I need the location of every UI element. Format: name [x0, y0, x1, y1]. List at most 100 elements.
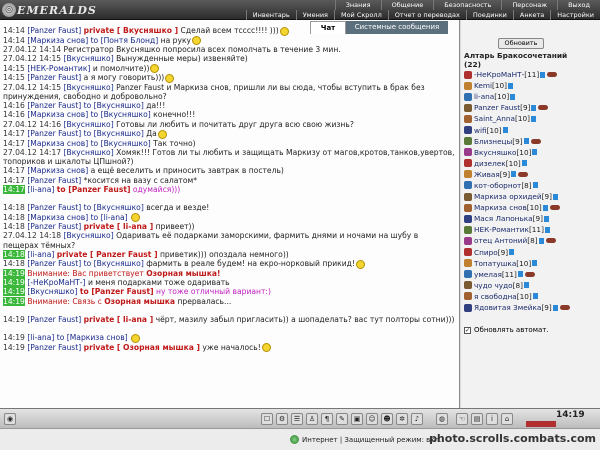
user-list-item[interactable]: отец Антоний [8] — [464, 235, 598, 246]
menu-security[interactable]: Безопасность — [433, 0, 501, 10]
user-list-item[interactable]: li-ana [10] — [464, 91, 598, 102]
user-list-item[interactable]: я свободна [10] — [464, 291, 598, 302]
user-name[interactable]: Вкусняшко — [474, 147, 516, 158]
hand-icon[interactable]: ☜ — [456, 413, 468, 425]
user-list-item[interactable]: -НеКроМаНТ- [11] — [464, 69, 598, 80]
message-nick[interactable]: [Вкусняшко] — [64, 231, 114, 240]
message-recipient[interactable]: to [Вкусняшко] — [84, 101, 144, 110]
user-info-icon[interactable] — [532, 182, 538, 189]
user-list-item[interactable]: кот-оборнот [8] — [464, 180, 598, 191]
user-list-item[interactable]: Топатушка [10] — [464, 258, 598, 269]
refresh-button[interactable]: Обновить — [498, 38, 544, 49]
private-recipient[interactable]: private [ Panzer Faust ] — [57, 250, 158, 259]
message-nick[interactable]: [Вкусняшко] — [27, 287, 77, 296]
user-info-icon[interactable] — [543, 215, 549, 222]
emotion-icon[interactable]: ☻ — [381, 413, 393, 425]
pencil-icon[interactable]: ✎ — [336, 413, 348, 425]
user-name[interactable]: Мася Лапонька — [474, 213, 533, 224]
user-info-icon[interactable] — [530, 115, 536, 122]
user-info-icon[interactable] — [552, 304, 558, 311]
private-recipient[interactable]: private [ li-ana ] — [84, 222, 154, 231]
menu-duels[interactable]: Поединки — [465, 10, 513, 20]
user-list-item[interactable]: Panzer Faust [9] — [464, 102, 598, 113]
menu-inventory[interactable]: Инвентарь — [245, 10, 296, 20]
message-nick[interactable]: [Panzer Faust] — [27, 176, 81, 185]
private-recipient[interactable]: private [ Озорная мышка ] — [84, 343, 200, 352]
user-list-item[interactable]: НЕК-Романтик [11] — [464, 224, 598, 235]
user-info-icon[interactable] — [553, 193, 558, 200]
user-info-icon[interactable] — [531, 104, 537, 111]
message-nick[interactable]: [Маркиза снов] — [27, 166, 88, 175]
logo[interactable]: ◎ EMERALDS — [2, 2, 97, 18]
person-icon[interactable]: ♙ — [306, 413, 318, 425]
menu-knowledge[interactable]: Знания — [334, 0, 381, 10]
user-info-icon[interactable] — [517, 271, 523, 278]
message-recipient[interactable]: to [Вкусняшко] — [91, 139, 151, 148]
message-nick[interactable]: [Panzer Faust] — [27, 26, 81, 35]
user-info-icon[interactable] — [511, 171, 517, 178]
user-name[interactable]: Saint_Anna — [474, 113, 515, 124]
user-list-item[interactable]: Близнецы [9] — [464, 136, 598, 147]
message-recipient[interactable]: to [li-ana] — [91, 213, 128, 222]
user-list-item[interactable]: чудо чудо [8] — [464, 280, 598, 291]
message-nick[interactable]: [Panzer Faust] — [27, 101, 81, 110]
menu-my-scroll[interactable]: Мой Скролл — [333, 10, 388, 20]
user-info-icon[interactable] — [532, 260, 538, 267]
user-name[interactable]: НЕК-Романтик — [474, 224, 529, 235]
box-icon[interactable]: ▣ — [351, 413, 363, 425]
message-nick[interactable]: [-НеКроМаНТ-] — [27, 278, 85, 287]
user-name[interactable]: Маркиза орхидей — [474, 191, 542, 202]
message-nick[interactable]: [li-ana] — [27, 185, 54, 194]
message-nick[interactable]: [Panzer Faust] — [27, 129, 81, 138]
user-info-icon[interactable] — [544, 226, 550, 233]
user-name[interactable]: Ядовитая Змейка — [474, 302, 541, 313]
gear-icon[interactable]: ✲ — [396, 413, 408, 425]
user-list-item[interactable]: Маркиза снов [10] — [464, 202, 598, 213]
user-info-icon[interactable] — [532, 149, 538, 156]
user-name[interactable]: Kemi — [474, 80, 492, 91]
user-list-item[interactable]: Живая [9] — [464, 169, 598, 180]
auto-refresh-checkbox[interactable]: ✓ — [464, 326, 471, 334]
user-list-item[interactable]: Спиро [9] — [464, 247, 598, 258]
user-info-icon[interactable] — [523, 138, 529, 145]
user-name[interactable]: дизелек — [474, 158, 506, 169]
user-list-item[interactable]: Вкусняшко [10] — [464, 147, 598, 158]
user-name[interactable]: кот-оборнот — [474, 180, 521, 191]
message-nick[interactable]: [Panzer Faust] — [27, 343, 81, 352]
message-nick[interactable]: [li-ana] — [27, 333, 54, 342]
message-nick[interactable]: [Маркиза снов] — [27, 139, 88, 148]
menu-transfers[interactable]: Отчет о переводах — [387, 10, 466, 20]
user-info-icon[interactable] — [542, 204, 548, 211]
menu-exit[interactable]: Выход — [557, 0, 600, 10]
message-nick[interactable]: [Вкусняшко] — [64, 120, 114, 129]
user-info-icon[interactable] — [523, 282, 529, 289]
translit-icon[interactable]: ¶ — [321, 413, 333, 425]
message-nick[interactable]: [Вкусняшко] — [64, 148, 114, 157]
tab-chat[interactable]: Чат — [310, 21, 346, 34]
message-recipient[interactable]: to [Вкусняшко] — [84, 129, 144, 138]
message-recipient[interactable]: to [Вкусняшко] — [84, 259, 144, 268]
user-name[interactable]: отец Антоний — [474, 235, 527, 246]
user-name[interactable]: -НеКроМаНТ- — [474, 69, 524, 80]
user-list-item[interactable]: Ядовитая Змейка [9] — [464, 302, 598, 313]
menu-settings[interactable]: Настройки — [550, 10, 600, 20]
message-recipient[interactable]: to [Вкусняшко] — [91, 110, 151, 119]
menu-character[interactable]: Персонаж — [501, 0, 557, 10]
user-info-icon[interactable] — [502, 127, 508, 134]
auto-refresh[interactable]: ✓ Обновлять автомат. — [464, 326, 549, 334]
user-name[interactable]: Спиро — [474, 247, 498, 258]
clear-icon[interactable]: ☐ — [261, 413, 273, 425]
world-icon[interactable]: ◍ — [436, 413, 448, 425]
message-nick[interactable]: [Panzer Faust] — [27, 222, 81, 231]
user-name[interactable]: умелая — [474, 269, 502, 280]
lock-icon[interactable]: ⌂ — [501, 413, 513, 425]
user-list-item[interactable]: Маркиза орхидей [9] — [464, 191, 598, 202]
user-info-icon[interactable] — [521, 160, 527, 167]
user-name[interactable]: wifi — [474, 125, 487, 136]
user-name[interactable]: li-ana — [474, 91, 494, 102]
tab-system-messages[interactable]: Системные сообщения — [346, 21, 448, 34]
user-name[interactable]: чудо чудо — [474, 280, 513, 291]
message-nick[interactable]: [Вкусняшко] — [64, 54, 114, 63]
user-name[interactable]: Panzer Faust — [474, 102, 520, 113]
private-recipient[interactable]: private [ Вкусняшко ] — [84, 26, 178, 35]
